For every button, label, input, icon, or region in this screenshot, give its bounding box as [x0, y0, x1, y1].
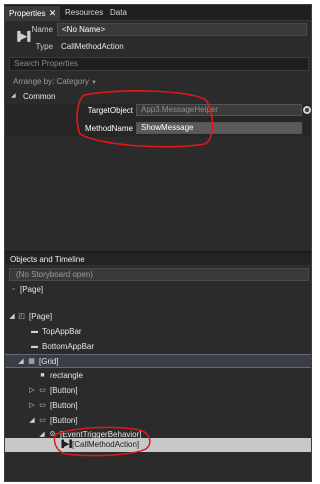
chevron-down-icon: ▼	[91, 80, 97, 86]
tree-label: [Button]	[50, 416, 78, 425]
action-icon: ▐▶▌	[59, 441, 75, 448]
tree-label: [Button]	[50, 386, 78, 395]
tree-label: BottomAppBar	[42, 342, 95, 351]
close-icon[interactable]: ✕	[48, 6, 57, 20]
page-icon: ▫	[12, 286, 15, 293]
tab-data[interactable]: Data	[106, 6, 131, 21]
page-icon: ◰	[18, 313, 25, 320]
type-value: CallMethodAction	[61, 42, 124, 51]
arrange-by-label: Arrange by: Category	[13, 77, 90, 86]
collapse-triangle-icon: ◢	[11, 93, 16, 99]
method-name-field[interactable]: ShowMessage	[136, 122, 302, 134]
properties-window: Properties ✕ Resources Data ▐▶▌ Name <No …	[4, 4, 312, 482]
objects-timeline-title: Objects and Timeline	[10, 255, 85, 264]
tab-properties-label: Properties	[9, 9, 46, 18]
tab-bar: Properties ✕ Resources Data	[5, 5, 311, 21]
expand-closed-icon[interactable]: ▷	[28, 384, 36, 398]
tab-data-label: Data	[110, 8, 127, 17]
tab-properties[interactable]: Properties ✕	[5, 6, 61, 21]
type-label: Type	[35, 42, 53, 51]
tree-row[interactable]: ▬ TopAppBar	[5, 325, 311, 339]
tree-row[interactable]: ▬ BottomAppBar	[5, 340, 311, 354]
action-type-icon: ▐▶▌	[14, 31, 34, 41]
tree-row[interactable]: ■ rectangle	[5, 369, 311, 383]
expand-open-icon[interactable]: ◢	[8, 310, 16, 324]
target-picker-icon[interactable]	[303, 106, 311, 114]
method-name-label: MethodName	[84, 124, 133, 133]
tree-row[interactable]: ◢ ◰ [Page]	[5, 310, 311, 324]
common-category-title: Common	[23, 92, 56, 101]
rectangle-icon: ■	[40, 372, 45, 379]
tree-label: [CallMethodAction]	[72, 440, 140, 449]
expand-open-icon[interactable]: ◢	[17, 355, 25, 369]
tab-resources[interactable]: Resources	[61, 6, 107, 21]
objects-timeline-header: Objects and Timeline	[5, 253, 311, 266]
arrange-by-dropdown[interactable]: Arrange by: Category ▼	[13, 77, 97, 86]
page-root-label: [Page]	[20, 285, 44, 294]
tree-row[interactable]: ◢ ▭ [Button]	[5, 414, 311, 428]
tree-label: TopAppBar	[42, 327, 82, 336]
grid-icon: ▦	[28, 358, 35, 365]
tab-resources-label: Resources	[65, 8, 104, 17]
button-icon: ▭	[39, 387, 46, 394]
name-field[interactable]: <No Name>	[57, 23, 307, 36]
tree-label: [Page]	[29, 312, 53, 321]
target-object-field[interactable]: App3.MessageHelper	[136, 104, 302, 116]
expand-open-icon[interactable]: ◢	[28, 414, 36, 428]
expand-closed-icon[interactable]: ▷	[28, 399, 36, 413]
common-category-header[interactable]: ◢ Common	[5, 91, 311, 103]
tree-label: [Grid]	[39, 357, 59, 366]
name-label: Name	[31, 25, 53, 34]
tree-row-highlighted[interactable]: ▐▶▌ [CallMethodAction]	[5, 438, 311, 452]
tree-label: rectangle	[50, 371, 83, 380]
appbar-icon: ▬	[31, 343, 38, 350]
tree-row[interactable]: ▷ ▭ [Button]	[5, 384, 311, 398]
target-object-label: TargetObject	[87, 106, 133, 115]
tree-label: [Button]	[50, 401, 78, 410]
button-icon: ▭	[39, 417, 46, 424]
page-root-row[interactable]: ▫ [Page]	[5, 283, 311, 297]
tree-row[interactable]: ▷ ▭ [Button]	[5, 399, 311, 413]
button-icon: ▭	[39, 402, 46, 409]
search-properties-input[interactable]: Search Properties	[9, 57, 309, 71]
appbar-icon: ▬	[31, 328, 38, 335]
storyboard-selector[interactable]: (No Storyboard open)	[9, 268, 309, 281]
tree-row-selected[interactable]: ◢ ▦ [Grid]	[5, 354, 311, 368]
